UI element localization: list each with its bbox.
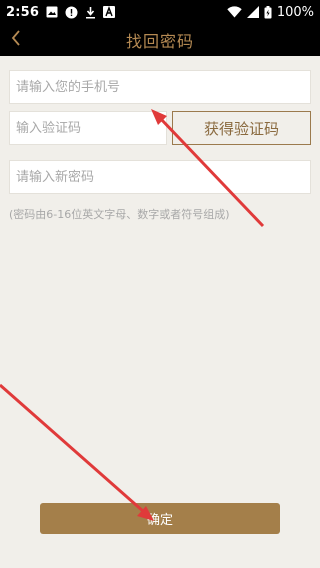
download-icon (85, 6, 96, 19)
image-icon (46, 6, 58, 18)
title-bar: 找回密码 (0, 24, 320, 56)
confirm-button[interactable]: 确定 (40, 503, 280, 534)
status-left: 2:56 (6, 4, 116, 20)
arrow-to-confirm-button (0, 383, 154, 521)
verification-code-input[interactable] (10, 112, 166, 144)
alert-icon (65, 6, 78, 19)
chevron-left-icon (10, 29, 22, 51)
status-right: 100% (227, 5, 314, 20)
back-button[interactable] (4, 28, 28, 52)
phone-input[interactable] (10, 71, 310, 103)
status-bar: 2:56 100% (0, 0, 320, 24)
phone-field-container (9, 70, 311, 104)
signal-icon (246, 6, 259, 18)
password-field-container (9, 160, 311, 194)
password-hint: (密码由6-16位英文字母、数字或者符号组成) (9, 208, 230, 221)
battery-percent: 100% (276, 4, 314, 20)
get-code-button[interactable]: 获得验证码 (172, 111, 311, 145)
page-title: 找回密码 (125, 32, 194, 51)
wifi-icon (227, 6, 242, 18)
a-icon (103, 6, 116, 18)
new-password-input[interactable] (10, 161, 310, 193)
code-field-container (9, 111, 167, 145)
battery-icon (264, 5, 272, 19)
status-time: 2:56 (6, 4, 40, 20)
